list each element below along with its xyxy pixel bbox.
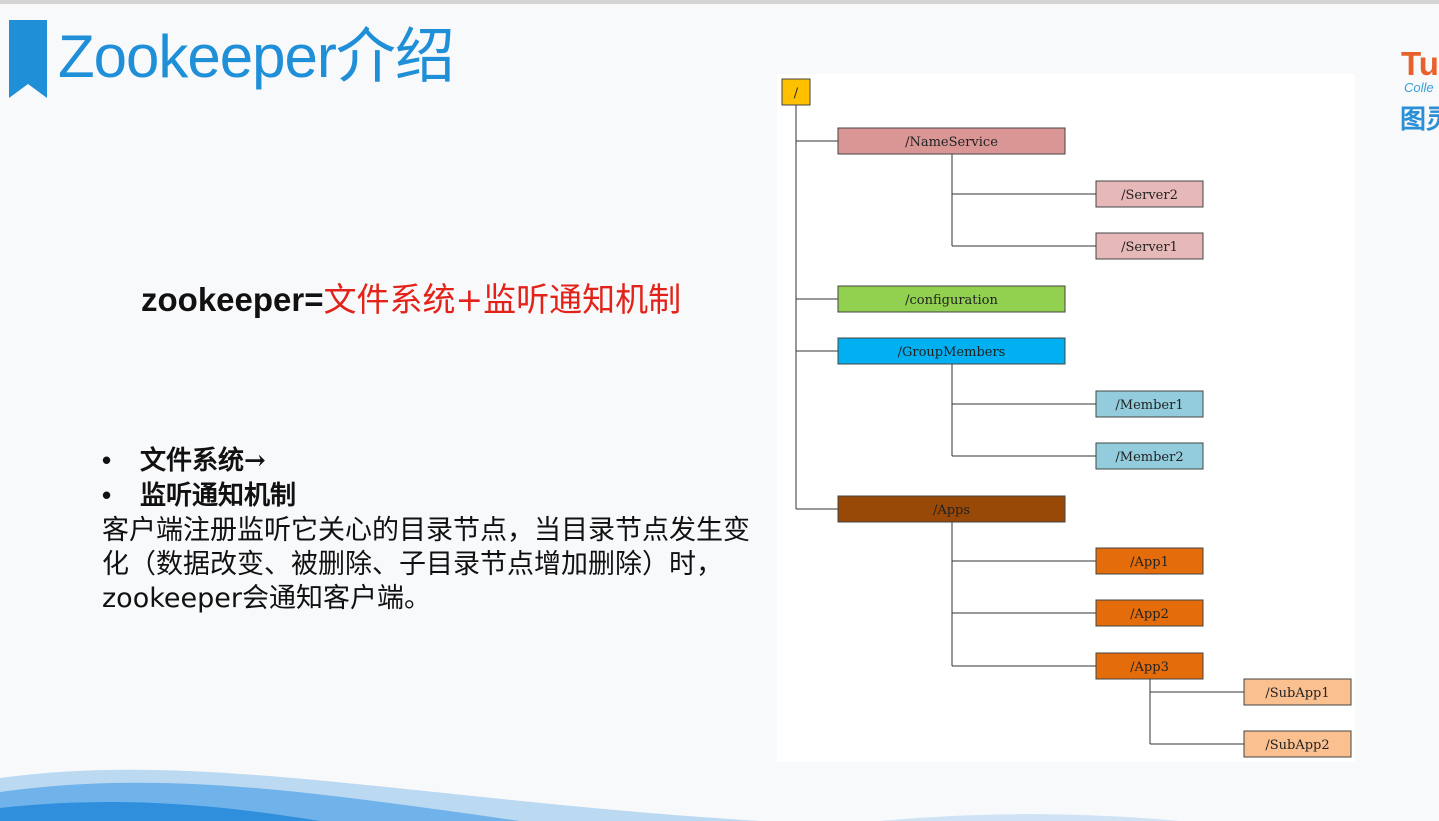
logo-subtitle: Colle [1404,80,1434,95]
tree-node-subapp1: /SubApp1 [1243,678,1352,706]
formula-left: zookeeper= [141,281,324,318]
tree-node-groupmembers: /GroupMembers [837,337,1066,365]
brand-logo: Tu Colle 图灵 [1400,44,1439,139]
tree-node-server1: /Server1 [1095,232,1204,260]
znode-tree-panel: / /NameService/Server2/Server1/configurat… [777,74,1355,762]
bullet-dot: • [102,445,112,475]
tree-node-configuration: /configuration [837,285,1066,313]
bullet-text: 监听通知机制 [140,481,297,511]
description-paragraph: 客户端注册监听它关心的目录节点，当目录节点发生变化（数据改变、被删除、子目录节点… [102,515,750,614]
formula-line: zookeeper=文件系统+监听通知机制 [141,277,681,323]
tree-node-app1: /App1 [1095,547,1204,575]
node-label: /Server1 [1121,240,1178,255]
slide-title: Zookeeper介绍 [58,23,455,90]
bullet-list: • 文件系统→ • 监听通知机制 [102,443,296,513]
logo-brand-text: Tu [1401,45,1439,82]
tree-node-app2: /App2 [1095,599,1204,627]
root-node: / [781,78,811,106]
znode-tree-diagram: / /NameService/Server2/Server1/configurat… [781,78,1352,758]
tree-node-nameservice: /NameService [837,127,1066,155]
node-label: /App3 [1130,660,1169,675]
node-label: /Server2 [1121,188,1178,203]
formula-right: 文件系统+监听通知机制 [323,280,682,319]
node-label: /configuration [905,293,998,308]
node-label: /App1 [1130,555,1169,570]
bullet-item-watch: • 监听通知机制 [102,478,296,513]
bullet-text: 文件系统→ [140,446,266,476]
bottom-wave-decoration [0,769,1180,821]
node-label: / [794,86,799,101]
tree-node-app3: /App3 [1095,652,1204,680]
node-label: /Member2 [1115,450,1183,465]
bookmark-icon [9,20,47,98]
node-label: /GroupMembers [898,345,1006,360]
tree-node-member1: /Member1 [1095,390,1204,418]
node-label: /SubApp1 [1265,686,1329,701]
node-label: /Member1 [1115,398,1183,413]
top-border [0,0,1439,4]
logo-chinese-text: 图灵 [1400,105,1439,135]
tree-node-apps: /Apps [837,495,1066,523]
node-label: /NameService [905,135,998,150]
node-label: /Apps [933,503,970,518]
tree-node-server2: /Server2 [1095,180,1204,208]
node-label: /App2 [1130,607,1169,622]
tree-node-member2: /Member2 [1095,442,1204,470]
bullet-item-filesystem: • 文件系统→ [102,443,296,478]
bullet-dot: • [102,480,112,510]
